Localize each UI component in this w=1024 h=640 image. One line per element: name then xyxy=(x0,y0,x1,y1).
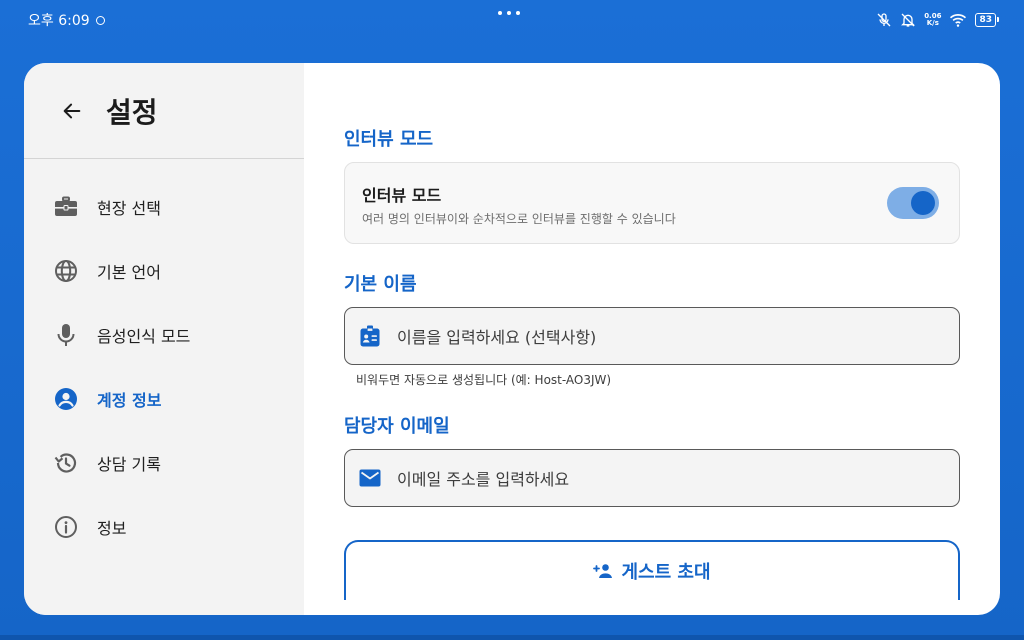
account-circle-icon xyxy=(53,386,79,412)
sidebar-item-default-language[interactable]: 기본 언어 xyxy=(24,239,304,303)
notifications-off-icon xyxy=(901,13,916,27)
interview-mode-description: 여러 명의 인터뷰이와 순차적으로 인터뷰를 진행할 수 있습니다 xyxy=(362,212,676,226)
sidebar: 설정 현장 선택 기본 언어 음성인식 모드 계정 정보 상담 기록 정보 xyxy=(24,63,304,615)
sidebar-header: 설정 xyxy=(24,63,304,159)
badge-icon xyxy=(359,325,381,347)
battery-indicator: 83 xyxy=(975,13,999,27)
sidebar-item-label: 정보 xyxy=(97,519,127,538)
sidebar-item-voice-mode[interactable]: 음성인식 모드 xyxy=(24,303,304,367)
globe-icon xyxy=(53,258,79,284)
multiwindow-dots-icon[interactable] xyxy=(498,11,520,15)
interview-mode-toggle[interactable] xyxy=(887,187,939,219)
settings-card: 설정 현장 선택 기본 언어 음성인식 모드 계정 정보 상담 기록 정보 인터… xyxy=(24,63,1000,615)
info-icon xyxy=(53,514,79,540)
interview-mode-card: 인터뷰 모드 여러 명의 인터뷰이와 순차적으로 인터뷰를 진행할 수 있습니다 xyxy=(344,162,960,244)
history-icon xyxy=(53,450,79,476)
sidebar-item-consult-history[interactable]: 상담 기록 xyxy=(24,431,304,495)
interview-section-title: 인터뷰 모드 xyxy=(344,129,434,150)
navigation-bar xyxy=(0,635,1024,640)
name-input[interactable]: 이름을 입력하세요 (선택사항) xyxy=(344,307,960,365)
status-time-text: 오후 6:09 xyxy=(28,13,90,29)
sidebar-item-info[interactable]: 정보 xyxy=(24,495,304,559)
sidebar-item-site-select[interactable]: 현장 선택 xyxy=(24,175,304,239)
name-helper-text: 비워두면 자동으로 생성됩니다 (예: Host-AO3JW) xyxy=(356,373,612,387)
invite-guest-label: 게스트 초대 xyxy=(621,562,711,583)
net-speed: 0.06 K/s xyxy=(924,12,942,27)
arrow-back-icon xyxy=(63,103,81,118)
invite-guest-button[interactable]: 게스트 초대 xyxy=(344,540,960,600)
page-title: 설정 xyxy=(106,95,158,129)
name-input-placeholder: 이름을 입력하세요 (선택사항) xyxy=(397,328,597,347)
email-input-placeholder: 이메일 주소를 입력하세요 xyxy=(397,470,570,489)
sidebar-item-label: 음성인식 모드 xyxy=(97,327,191,346)
back-button[interactable] xyxy=(60,99,84,123)
name-section-title: 기본 이름 xyxy=(344,274,417,295)
sidebar-item-label: 계정 정보 xyxy=(97,391,162,410)
email-section-title: 담당자 이메일 xyxy=(344,416,450,437)
briefcase-icon xyxy=(53,194,79,220)
status-icons: 0.06 K/s 83 xyxy=(876,10,999,30)
sidebar-item-label: 상담 기록 xyxy=(97,455,161,474)
email-icon xyxy=(359,467,381,489)
sidebar-nav: 현장 선택 기본 언어 음성인식 모드 계정 정보 상담 기록 정보 xyxy=(24,159,304,559)
email-input[interactable]: 이메일 주소를 입력하세요 xyxy=(344,449,960,507)
interview-mode-label: 인터뷰 모드 xyxy=(362,186,442,205)
sidebar-item-account-info[interactable]: 계정 정보 xyxy=(24,367,304,431)
microphone-icon xyxy=(53,322,79,348)
invite-guest-content: 게스트 초대 xyxy=(593,558,711,584)
mic-off-icon xyxy=(877,13,891,27)
wifi-icon xyxy=(950,14,967,27)
status-bar: 오후 6:09 0.06 K/s 83 xyxy=(0,0,1024,40)
status-time: 오후 6:09 xyxy=(28,10,105,30)
sidebar-item-label: 기본 언어 xyxy=(97,263,161,282)
sync-ring-icon xyxy=(95,15,105,25)
toggle-knob xyxy=(911,191,935,215)
person-add-icon xyxy=(593,564,613,578)
main-content: 인터뷰 모드 인터뷰 모드 여러 명의 인터뷰이와 순차적으로 인터뷰를 진행할… xyxy=(304,63,1000,615)
sidebar-item-label: 현장 선택 xyxy=(97,199,161,218)
